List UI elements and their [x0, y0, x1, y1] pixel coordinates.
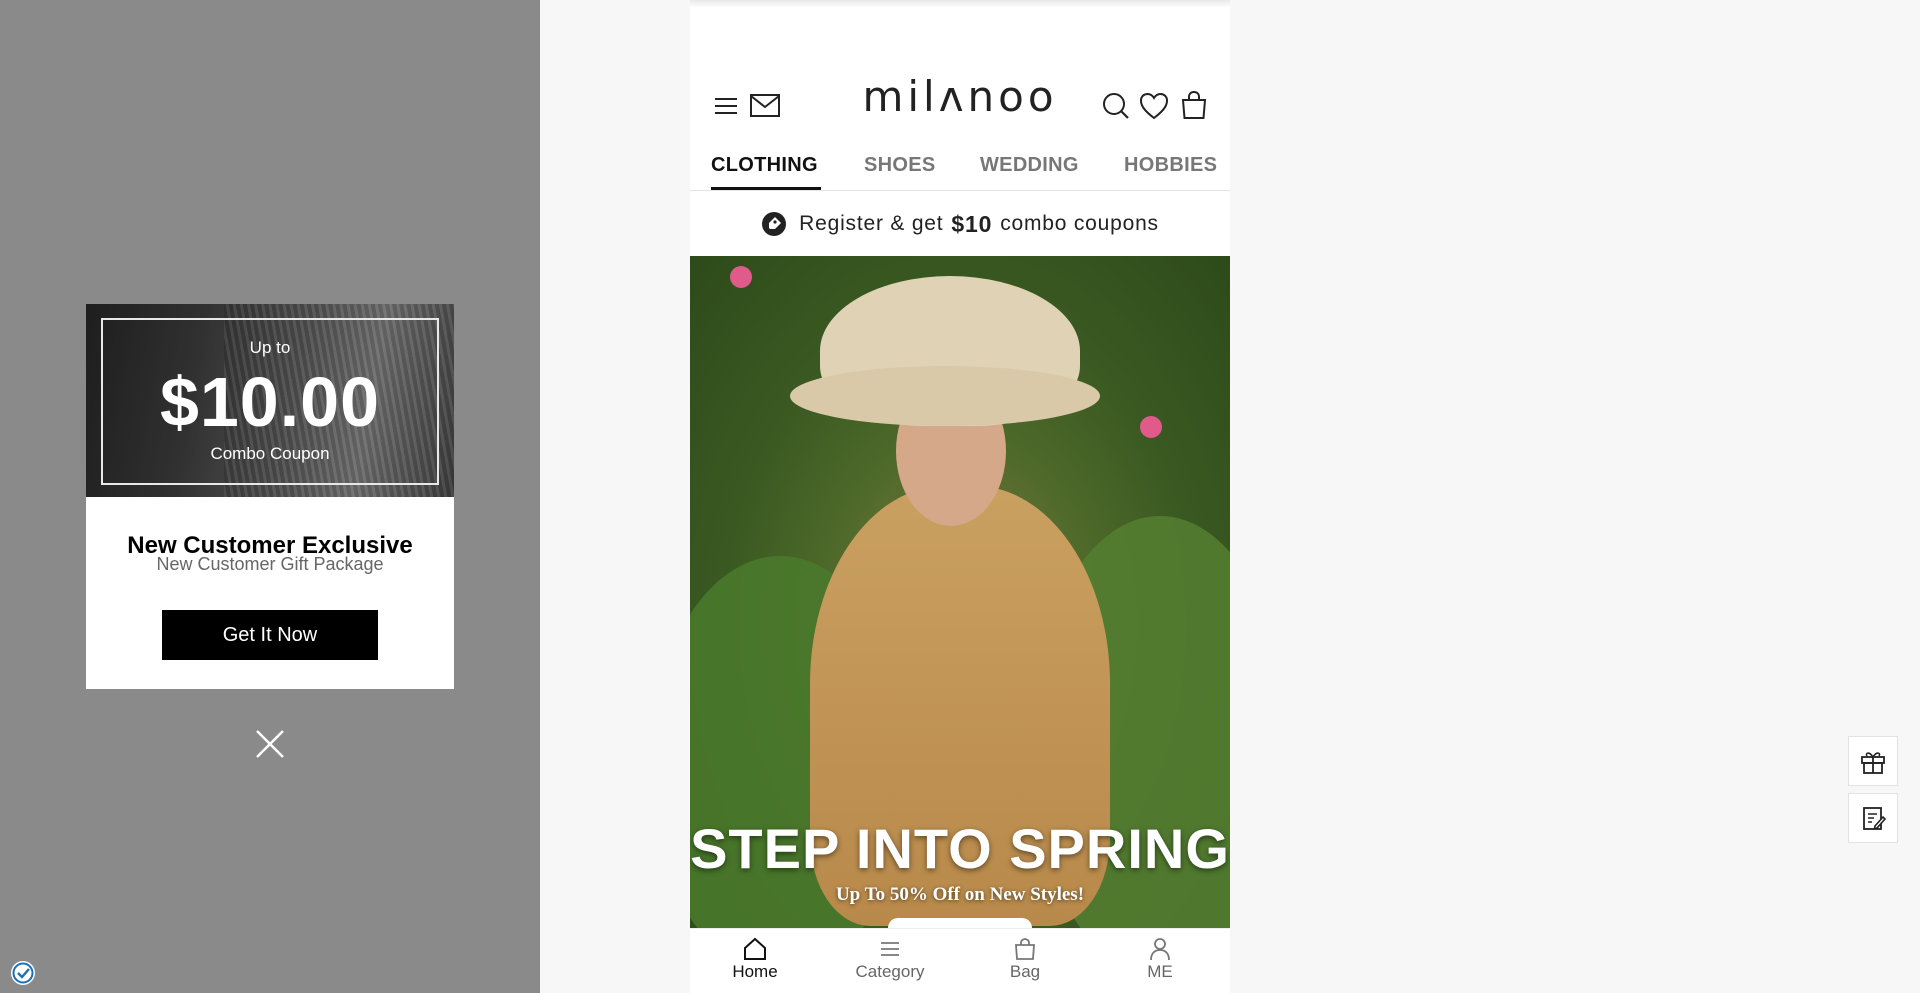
register-banner[interactable]: Register & get $10 combo coupons: [690, 192, 1230, 256]
nav-me-label: ME: [1147, 962, 1173, 981]
modal-overlay[interactable]: Up to $10.00 Combo Coupon New Customer E…: [0, 0, 540, 993]
coupon-popup: Up to $10.00 Combo Coupon New Customer E…: [86, 304, 454, 689]
tab-shoes[interactable]: SHOES: [864, 154, 936, 177]
register-suffix: combo coupons: [1000, 212, 1159, 235]
nav-home-label: Home: [732, 962, 778, 981]
coupon-image: Up to $10.00 Combo Coupon: [86, 304, 454, 497]
register-prefix: Register & get: [799, 212, 944, 235]
coupon-amount: $10.00: [159, 363, 381, 441]
user-icon: [1150, 938, 1170, 961]
bag-icon: [1015, 938, 1035, 960]
bottom-nav: Home Category Bag ME: [690, 928, 1230, 993]
nav-bag[interactable]: Bag: [970, 937, 1080, 982]
nav-category[interactable]: Category: [835, 937, 945, 982]
get-it-now-button[interactable]: Get It Now: [162, 610, 378, 660]
hero-subtitle: Up To 50% Off on New Styles!: [835, 884, 1085, 905]
hero-banner[interactable]: STEP INTO SPRING Up To 50% Off on New St…: [690, 256, 1230, 928]
nav-category-label: Category: [855, 962, 925, 981]
tab-clothing[interactable]: CLOTHING: [711, 154, 818, 177]
popup-subtitle: New Customer Gift Package: [156, 554, 384, 574]
search-icon[interactable]: [1100, 90, 1132, 122]
mobile-page: milʌnoo CLOTHING SHOES WEDDING HOBBIES R…: [690, 0, 1230, 993]
category-icon: [881, 942, 899, 956]
coupon-up-to: Up to: [249, 338, 291, 357]
close-icon[interactable]: [254, 728, 286, 760]
home-icon: [744, 937, 766, 960]
category-tabs: CLOTHING SHOES WEDDING HOBBIES: [690, 150, 1230, 191]
coupon-tag-icon: [761, 211, 787, 237]
heart-icon[interactable]: [1138, 90, 1170, 122]
tab-active-indicator: [711, 187, 821, 190]
coupon-type: Combo Coupon: [210, 444, 330, 463]
hero-shop-button[interactable]: [888, 918, 1032, 928]
verified-check-icon[interactable]: [10, 960, 36, 986]
gift-icon[interactable]: [1848, 736, 1898, 786]
nav-me[interactable]: ME: [1105, 937, 1215, 982]
tab-wedding[interactable]: WEDDING: [980, 154, 1079, 177]
register-amount: $10: [951, 210, 993, 237]
bag-icon[interactable]: [1178, 89, 1210, 121]
nav-home[interactable]: Home: [700, 937, 810, 982]
nav-bag-label: Bag: [1009, 962, 1041, 981]
tab-hobbies[interactable]: HOBBIES: [1124, 154, 1217, 177]
survey-icon[interactable]: [1848, 793, 1898, 843]
hero-title: STEP INTO SPRING: [690, 817, 1230, 880]
